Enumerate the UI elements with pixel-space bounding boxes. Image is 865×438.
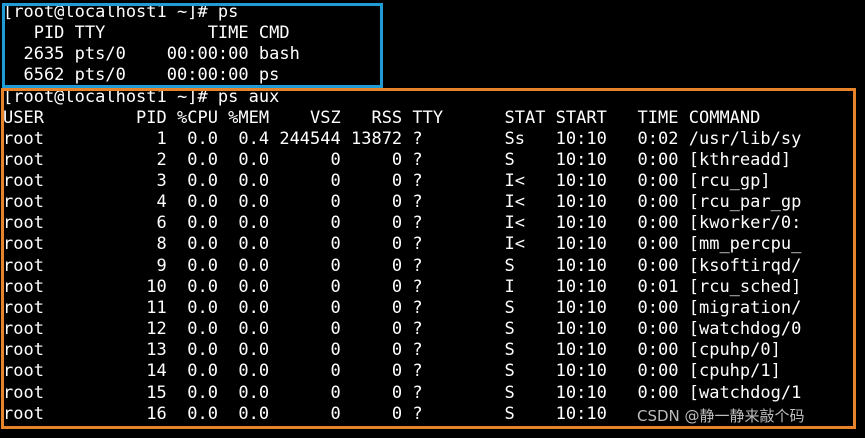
prompt-line-ps: [root@localhost1 ~]# ps	[3, 2, 239, 22]
ps-output-row: 6562 pts/0 00:00:00 ps	[3, 65, 280, 85]
prompt-line-ps-aux: [root@localhost1 ~]# ps aux	[3, 87, 280, 107]
ps-aux-row: root 9 0.0 0.0 0 0 ? S 10:10 0:00 [ksoft…	[3, 256, 802, 276]
ps-aux-row: root 16 0.0 0.0 0 0 ? S 10:10	[3, 404, 607, 424]
ps-aux-row: root 8 0.0 0.0 0 0 ? I< 10:10 0:00 [mm_p…	[3, 234, 802, 254]
ps-aux-row: root 2 0.0 0.0 0 0 ? S 10:10 0:00 [kthre…	[3, 150, 792, 170]
ps-aux-row: root 15 0.0 0.0 0 0 ? S 10:10 0:00 [watc…	[3, 383, 802, 403]
ps-aux-row: root 10 0.0 0.0 0 0 ? I 10:10 0:01 [rcu_…	[3, 277, 802, 297]
ps-aux-header-row: USER PID %CPU %MEM VSZ RSS TTY STAT STAR…	[3, 108, 761, 128]
terminal-window[interactable]: [root@localhost1 ~]# ps PID TTY TIME CMD…	[0, 0, 865, 438]
ps-aux-row: root 6 0.0 0.0 0 0 ? I< 10:10 0:00 [kwor…	[3, 213, 802, 233]
ps-output-row: 2635 pts/0 00:00:00 bash	[3, 44, 300, 64]
ps-aux-row: root 11 0.0 0.0 0 0 ? S 10:10 0:00 [migr…	[3, 298, 802, 318]
ps-aux-row: root 12 0.0 0.0 0 0 ? S 10:10 0:00 [watc…	[3, 319, 802, 339]
ps-header-row: PID TTY TIME CMD	[3, 23, 290, 43]
ps-aux-row: root 3 0.0 0.0 0 0 ? I< 10:10 0:00 [rcu_…	[3, 171, 771, 191]
csdn-watermark: CSDN @静一静来敲个码	[637, 407, 805, 425]
ps-aux-row: root 1 0.0 0.4 244544 13872 ? Ss 10:10 0…	[3, 129, 802, 149]
ps-aux-row: root 4 0.0 0.0 0 0 ? I< 10:10 0:00 [rcu_…	[3, 192, 802, 212]
ps-aux-row: root 13 0.0 0.0 0 0 ? S 10:10 0:00 [cpuh…	[3, 340, 781, 360]
ps-aux-row: root 14 0.0 0.0 0 0 ? S 10:10 0:00 [cpuh…	[3, 361, 781, 381]
